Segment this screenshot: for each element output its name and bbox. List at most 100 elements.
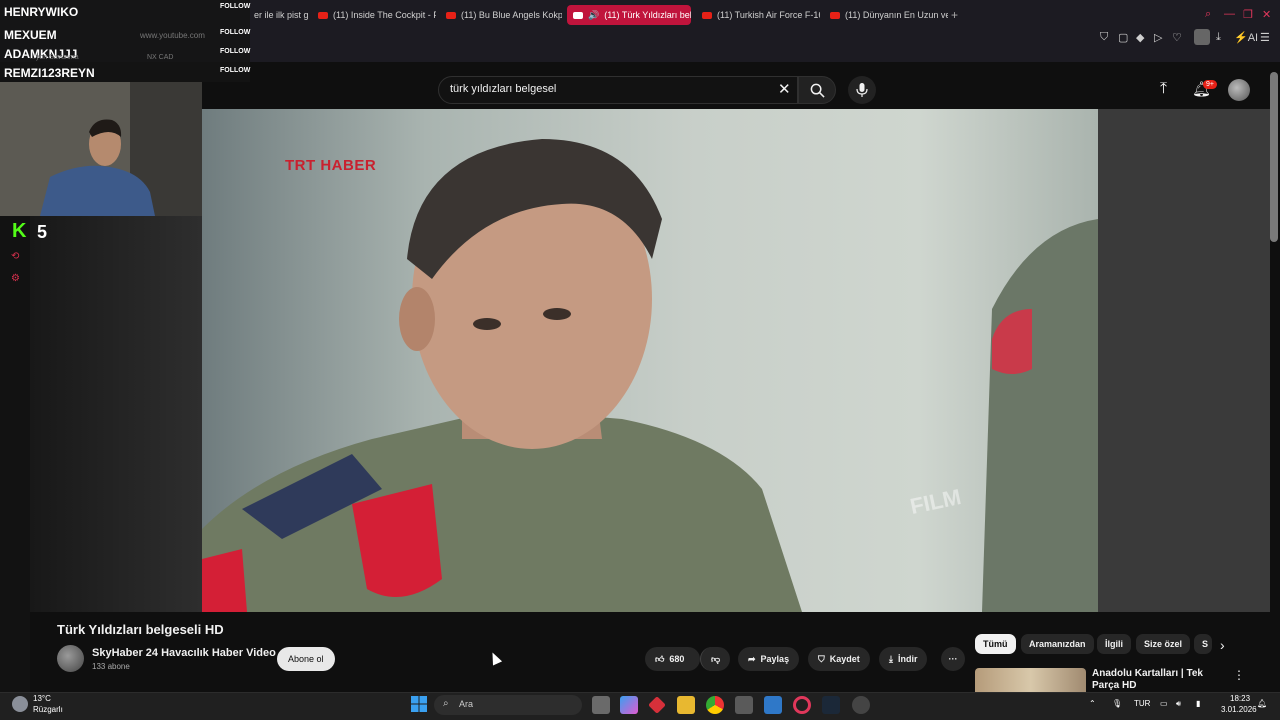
channel-subscriber-count: 133 abone	[92, 662, 130, 671]
tab-label: (11) Türk Yıldızları belg	[604, 10, 691, 20]
taskbar-search-input[interactable]	[434, 695, 582, 715]
weather-icon[interactable]	[12, 696, 28, 712]
page-scrollbar[interactable]	[1270, 72, 1278, 242]
heart-icon[interactable]: ♡	[1172, 31, 1182, 44]
follower-alerts-panel: HENRYWIKO FOLLOW MEXUEM FOLLOW ADAMKNJJJ…	[0, 0, 250, 82]
copilot-icon[interactable]	[620, 696, 638, 714]
follower-name: MEXUEM	[4, 28, 57, 42]
chip-truncated[interactable]: S	[1194, 634, 1212, 654]
chip-all[interactable]: Tümü	[975, 634, 1016, 654]
share-icon[interactable]: ⟲	[11, 251, 19, 262]
subscribe-button[interactable]: Abone ol	[277, 647, 335, 671]
recommended-video-title[interactable]: Anadolu Kartalları | Tek Parça HD	[1092, 668, 1217, 692]
follower-name: REMZI123REYN	[4, 66, 95, 80]
tab-label: (11) Inside The Cockpit - F	[333, 10, 436, 20]
dislike-button[interactable]: 👎︎	[700, 647, 730, 671]
language-indicator[interactable]: TUR	[1134, 699, 1150, 708]
minimize-icon[interactable]: —	[1224, 8, 1235, 20]
upload-icon[interactable]: ⤒	[1160, 80, 1167, 98]
tray-chevron-up-icon[interactable]: ⌃	[1089, 699, 1096, 708]
obs-icon[interactable]	[852, 696, 870, 714]
thumbs-up-icon: 👍︎	[655, 653, 665, 664]
download-icon: ⤓	[889, 653, 893, 664]
account-avatar[interactable]	[1228, 79, 1250, 101]
restore-icon[interactable]: ❐	[1243, 8, 1253, 21]
settings-icon[interactable]: ⚙	[11, 273, 20, 284]
weather-description[interactable]: Rüzgarlı	[33, 705, 63, 714]
notification-badge: 9+	[1203, 80, 1217, 89]
share-arrow-icon: ➦	[748, 653, 756, 664]
taskbar-search-placeholder[interactable]: Ara	[459, 699, 473, 709]
address-bar-url[interactable]: www.youtube.com	[140, 31, 205, 40]
save-button[interactable]: ⛉ Kaydet	[808, 647, 870, 671]
speaker-icon: 🔊	[588, 9, 600, 20]
search-button[interactable]	[798, 76, 836, 104]
voice-search-button[interactable]	[848, 76, 876, 104]
clock-date[interactable]: 3.01.2026	[1221, 705, 1257, 714]
steam-icon[interactable]	[822, 696, 840, 714]
shield-icon[interactable]: ◆	[1136, 31, 1144, 44]
store-icon[interactable]	[735, 696, 753, 714]
close-icon[interactable]: ✕	[1262, 8, 1271, 21]
chip-for-you[interactable]: Size özel	[1136, 634, 1191, 654]
display-icon[interactable]: ▭	[1160, 699, 1168, 708]
channel-name[interactable]: SkyHaber 24 Havacılık Haber Video	[92, 647, 276, 659]
volume-icon[interactable]: 🔊︎	[1176, 699, 1181, 709]
share-label: Paylaş	[760, 654, 790, 664]
chrome-icon[interactable]	[706, 696, 724, 714]
share-button[interactable]: ➦ Paylaş	[738, 647, 800, 671]
windows-start-icon[interactable]	[411, 696, 427, 717]
ai-icon[interactable]: ⚡AI	[1234, 31, 1258, 44]
bookmark-item[interactable]: ...yon Savunma	[30, 54, 79, 61]
play-icon[interactable]: ▷	[1154, 31, 1162, 44]
browser-tab-active[interactable]: 🔊 (11) Türk Yıldızları belg	[567, 5, 691, 25]
file-explorer-icon[interactable]	[677, 696, 695, 714]
chevron-right-icon[interactable]: ›	[1220, 637, 1225, 653]
tab-label: (11) Dünyanın En Uzun ve	[845, 10, 948, 20]
tab-label: (11) Turkish Air Force F-16	[717, 10, 820, 20]
channel-avatar[interactable]	[57, 645, 84, 672]
windows-taskbar	[0, 692, 1280, 720]
opera-gx-icon[interactable]	[793, 696, 811, 714]
search-query-text[interactable]: türk yıldızları belgesel	[450, 83, 556, 95]
follower-name: HENRYWIKO	[4, 5, 79, 19]
mail-icon[interactable]	[764, 696, 782, 714]
download-button[interactable]: ⤓ İndir	[879, 647, 928, 671]
task-view-icon[interactable]	[592, 696, 610, 714]
battery-icon[interactable]: ▮	[1196, 699, 1200, 708]
more-vertical-icon[interactable]: ⋮	[1233, 668, 1245, 682]
browser-tab[interactable]: er ile ilk pist g	[248, 5, 310, 25]
video-title: Türk Yıldızları belgeseli HD	[57, 622, 224, 637]
profile-icon[interactable]	[1194, 29, 1210, 45]
youtube-favicon-icon	[573, 11, 583, 19]
microphone-icon[interactable]: 🎙︎	[1112, 699, 1122, 708]
new-tab-plus-icon[interactable]: +	[951, 8, 958, 22]
thumbs-down-icon: 👎︎	[711, 653, 721, 664]
youtube-favicon-icon	[830, 11, 840, 19]
menu-icon[interactable]: ☰	[1260, 31, 1270, 44]
weather-temperature[interactable]: 13°C	[33, 694, 51, 703]
notification-center-icon[interactable]: 🔔︎	[1257, 699, 1267, 708]
download-icon[interactable]: ⤓	[1216, 31, 1221, 44]
like-count: 680	[669, 654, 685, 664]
search-icon[interactable]: ⌕	[1205, 8, 1211, 21]
bookmark-item[interactable]: NX CAD	[147, 54, 173, 61]
search-icon	[810, 83, 825, 98]
follow-tag: FOLLOW	[220, 48, 251, 55]
like-button[interactable]: 👍︎ 680	[645, 647, 700, 671]
video-player[interactable]: TRT HABER FILM	[202, 109, 1098, 612]
browser-tab[interactable]: (11) Dünyanın En Uzun ve	[824, 5, 948, 25]
chip-from-search[interactable]: Aramanızdan	[1021, 634, 1094, 654]
bookmark-icon[interactable]: ⛉	[1100, 31, 1108, 44]
browser-tab[interactable]: (11) Bu Blue Angels Kokpi	[440, 5, 562, 25]
snapshot-icon[interactable]: ▢	[1118, 31, 1128, 44]
chip-related[interactable]: İlgili	[1097, 634, 1131, 654]
tab-label: (11) Bu Blue Angels Kokpi	[461, 10, 562, 20]
tab-label: er ile ilk pist g	[254, 10, 309, 20]
clear-search-icon[interactable]: ✕	[778, 80, 791, 98]
browser-tab[interactable]: (11) Turkish Air Force F-16	[696, 5, 820, 25]
recommended-video-thumbnail[interactable]	[975, 668, 1086, 692]
more-actions-button[interactable]: ···	[941, 647, 965, 671]
browser-tab[interactable]: (11) Inside The Cockpit - F	[312, 5, 436, 25]
clock-time[interactable]: 18:23	[1230, 694, 1250, 703]
